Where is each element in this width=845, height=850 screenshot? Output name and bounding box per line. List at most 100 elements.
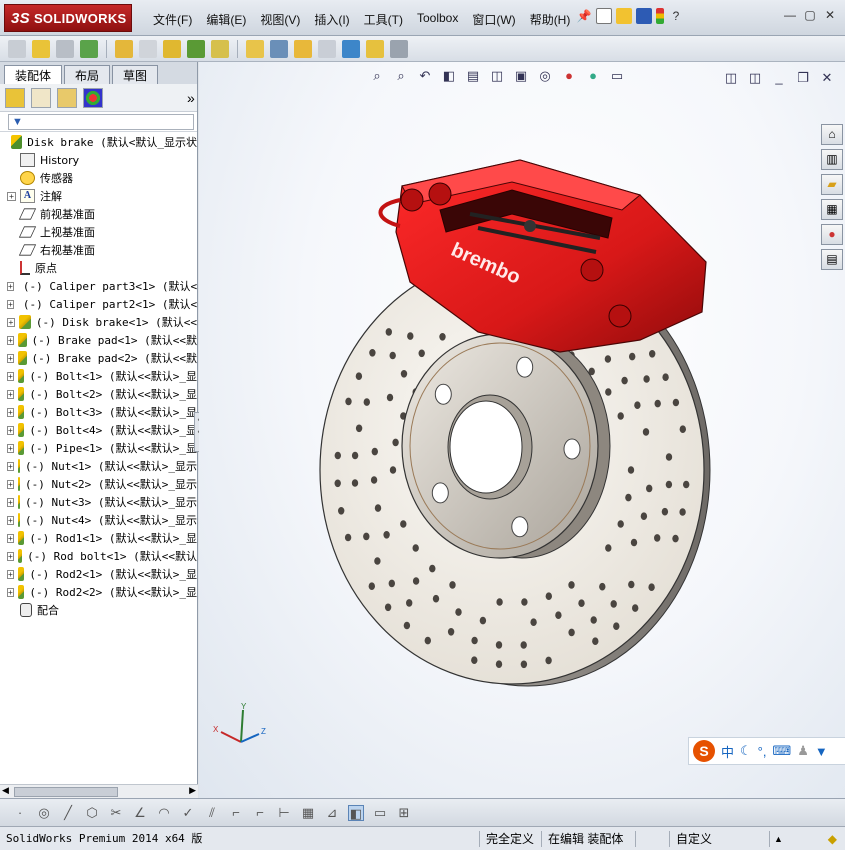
insert-component-icon[interactable] bbox=[8, 39, 26, 58]
brake-model[interactable]: brembo bbox=[199, 62, 845, 798]
expand-icon[interactable]: + bbox=[7, 551, 14, 561]
tab-assembly[interactable]: 装配体 bbox=[4, 65, 63, 84]
panel-horizontal-scrollbar[interactable]: ◀ ▶ bbox=[0, 784, 198, 798]
tab-layout[interactable]: 布局 bbox=[64, 65, 111, 84]
solidworks-resources-icon[interactable]: ⌂ bbox=[821, 124, 843, 145]
tree-item[interactable]: + A 注解 bbox=[0, 187, 197, 205]
expand-icon[interactable]: + bbox=[7, 569, 14, 579]
restore-icon[interactable]: ▢ bbox=[803, 8, 817, 22]
menu-help[interactable]: 帮助(H) bbox=[523, 9, 578, 30]
tree-component[interactable]: + (-) Rod1<1> (默认<<默认>_显 bbox=[0, 529, 197, 547]
interference-icon[interactable] bbox=[342, 39, 360, 58]
pin-icon[interactable]: 📌 bbox=[576, 8, 592, 24]
expand-icon[interactable]: + bbox=[7, 353, 14, 363]
scroll-thumb[interactable] bbox=[14, 787, 118, 797]
expand-icon[interactable]: + bbox=[7, 299, 14, 309]
bill-of-materials-icon[interactable] bbox=[294, 39, 312, 58]
trim-icon[interactable]: ✂ bbox=[108, 805, 124, 821]
mate-icon[interactable] bbox=[80, 39, 98, 58]
close-icon[interactable]: ✕ bbox=[823, 8, 837, 22]
tree-item[interactable]: 右视基准面 bbox=[0, 241, 197, 259]
file-explorer-icon[interactable]: ▰ bbox=[821, 174, 843, 195]
line-icon[interactable]: ╱ bbox=[60, 805, 76, 821]
view-palette-icon[interactable]: ▦ bbox=[821, 199, 843, 220]
smart-fasteners-icon[interactable] bbox=[139, 39, 157, 58]
status-units[interactable]: 自定义 bbox=[670, 830, 770, 847]
custom-properties-icon[interactable]: ▤ bbox=[821, 249, 843, 270]
expand-icon[interactable]: + bbox=[7, 335, 14, 345]
configurationmanager-icon[interactable] bbox=[57, 87, 77, 108]
featuremanager-icon[interactable] bbox=[5, 87, 25, 108]
units-arrow-icon[interactable]: ▲ bbox=[774, 834, 783, 844]
menu-window[interactable]: 窗口(W) bbox=[465, 9, 522, 30]
expand-icon[interactable]: + bbox=[7, 461, 14, 471]
solidworks-logo[interactable]: 3S SOLIDWORKS bbox=[4, 4, 132, 32]
keyboard-icon[interactable]: ⌨ bbox=[772, 743, 791, 759]
expand-icon[interactable]: + bbox=[7, 389, 14, 399]
tree-item[interactable]: 原点 bbox=[0, 259, 197, 277]
point-icon[interactable]: · bbox=[12, 805, 28, 821]
tree-mates[interactable]: 配合 bbox=[0, 601, 197, 619]
reference-geometry-icon[interactable] bbox=[246, 39, 264, 58]
scroll-left-icon[interactable]: ◀ bbox=[2, 785, 9, 796]
save-icon[interactable] bbox=[636, 8, 652, 24]
tree-item[interactable]: 传感器 bbox=[0, 169, 197, 187]
tree-component[interactable]: + (-) Brake pad<1> (默认<<默 bbox=[0, 331, 197, 349]
punctuation-icon[interactable]: °, bbox=[758, 744, 767, 759]
propertymanager-icon[interactable] bbox=[31, 87, 51, 108]
tree-component[interactable]: + (-) Bolt<1> (默认<<默认>_显 bbox=[0, 367, 197, 385]
displaymanager-icon[interactable] bbox=[83, 87, 103, 108]
assembly-icon[interactable] bbox=[32, 39, 50, 58]
show-hidden-icon[interactable] bbox=[187, 39, 205, 58]
expand-icon[interactable]: + bbox=[7, 587, 14, 597]
parallel-icon[interactable]: ⫽ bbox=[204, 805, 220, 821]
tree-component[interactable]: + (-) Bolt<4> (默认<<默认>_显 bbox=[0, 421, 197, 439]
tree-component[interactable]: + (-) Disk brake<1> (默认<< bbox=[0, 313, 197, 331]
expand-icon[interactable]: + bbox=[7, 479, 14, 489]
expand-icon[interactable]: + bbox=[7, 443, 14, 453]
paperclip-icon[interactable] bbox=[56, 39, 74, 58]
tree-component[interactable]: + (-) Pipe<1> (默认<<默认>_显 bbox=[0, 439, 197, 457]
isometric-view-icon[interactable]: ◧ bbox=[348, 804, 364, 821]
corner-icon[interactable]: ⌐ bbox=[228, 805, 244, 821]
circle-icon[interactable]: ◎ bbox=[36, 805, 52, 821]
grid-icon[interactable]: ▦ bbox=[300, 805, 316, 821]
menu-toolbox[interactable]: Toolbox bbox=[410, 9, 465, 30]
tree-component[interactable]: + (-) Rod2<1> (默认<<默认>_显 bbox=[0, 565, 197, 583]
moon-icon[interactable]: ☾ bbox=[740, 743, 752, 759]
minimize-icon[interactable]: — bbox=[783, 8, 797, 22]
expand-icon[interactable]: + bbox=[7, 407, 14, 417]
shirt-icon[interactable]: ▼ bbox=[815, 744, 828, 759]
tree-component[interactable]: + (-) Brake pad<2> (默认<<默 bbox=[0, 349, 197, 367]
help-icon[interactable]: ? bbox=[668, 8, 684, 24]
tab-sketch[interactable]: 草图 bbox=[112, 65, 159, 84]
large-design-review-icon[interactable] bbox=[390, 39, 408, 58]
expand-icon[interactable]: + bbox=[7, 191, 16, 201]
arc-icon[interactable]: ◠ bbox=[156, 805, 172, 821]
new-motion-study-icon[interactable] bbox=[270, 39, 288, 58]
move-component-icon[interactable] bbox=[163, 39, 181, 58]
tree-item[interactable]: 前视基准面 bbox=[0, 205, 197, 223]
tree-item[interactable]: 上视基准面 bbox=[0, 223, 197, 241]
tree-component[interactable]: + (-) Caliper part3<1> (默认< bbox=[0, 277, 197, 295]
tree-component[interactable]: + (-) Nut<4> (默认<<默认>_显示 bbox=[0, 511, 197, 529]
expand-icon[interactable]: + bbox=[7, 515, 14, 525]
expand-icon[interactable]: + bbox=[7, 425, 14, 435]
exploded-view-icon[interactable] bbox=[318, 39, 336, 58]
graphics-area[interactable]: ⌕ ⌕ ↶ ◧ ▤ ◫ ▣ ◎ ● ● ▭ ◫ ◫ _ ❐ ✕ brembo X… bbox=[199, 62, 845, 798]
tree-component[interactable]: + (-) Nut<1> (默认<<默认>_显示 bbox=[0, 457, 197, 475]
expand-icon[interactable]: + bbox=[7, 533, 14, 543]
menu-file[interactable]: 文件(F) bbox=[146, 9, 199, 30]
menu-view[interactable]: 视图(V) bbox=[253, 9, 307, 30]
tree-component[interactable]: + (-) Rod bolt<1> (默认<<默认 bbox=[0, 547, 197, 565]
tree-root[interactable]: Disk brake (默认<默认_显示状 bbox=[0, 133, 197, 151]
sogou-logo[interactable]: S bbox=[693, 740, 715, 762]
angle-snap-icon[interactable]: ⊿ bbox=[324, 805, 340, 821]
dimension-icon[interactable]: ⊢ bbox=[276, 805, 292, 821]
appearances-icon[interactable]: ● bbox=[821, 224, 843, 245]
tree-component[interactable]: + (-) Bolt<2> (默认<<默认>_显 bbox=[0, 385, 197, 403]
tree-component[interactable]: + (-) Rod2<2> (默认<<默认>_显 bbox=[0, 583, 197, 601]
tree-component[interactable]: + (-) Bolt<3> (默认<<默认>_显 bbox=[0, 403, 197, 421]
instant3d-icon[interactable] bbox=[366, 39, 384, 58]
ime-toolbar[interactable]: S 中 ☾ °, ⌨ ♟ ▼ bbox=[688, 737, 845, 765]
